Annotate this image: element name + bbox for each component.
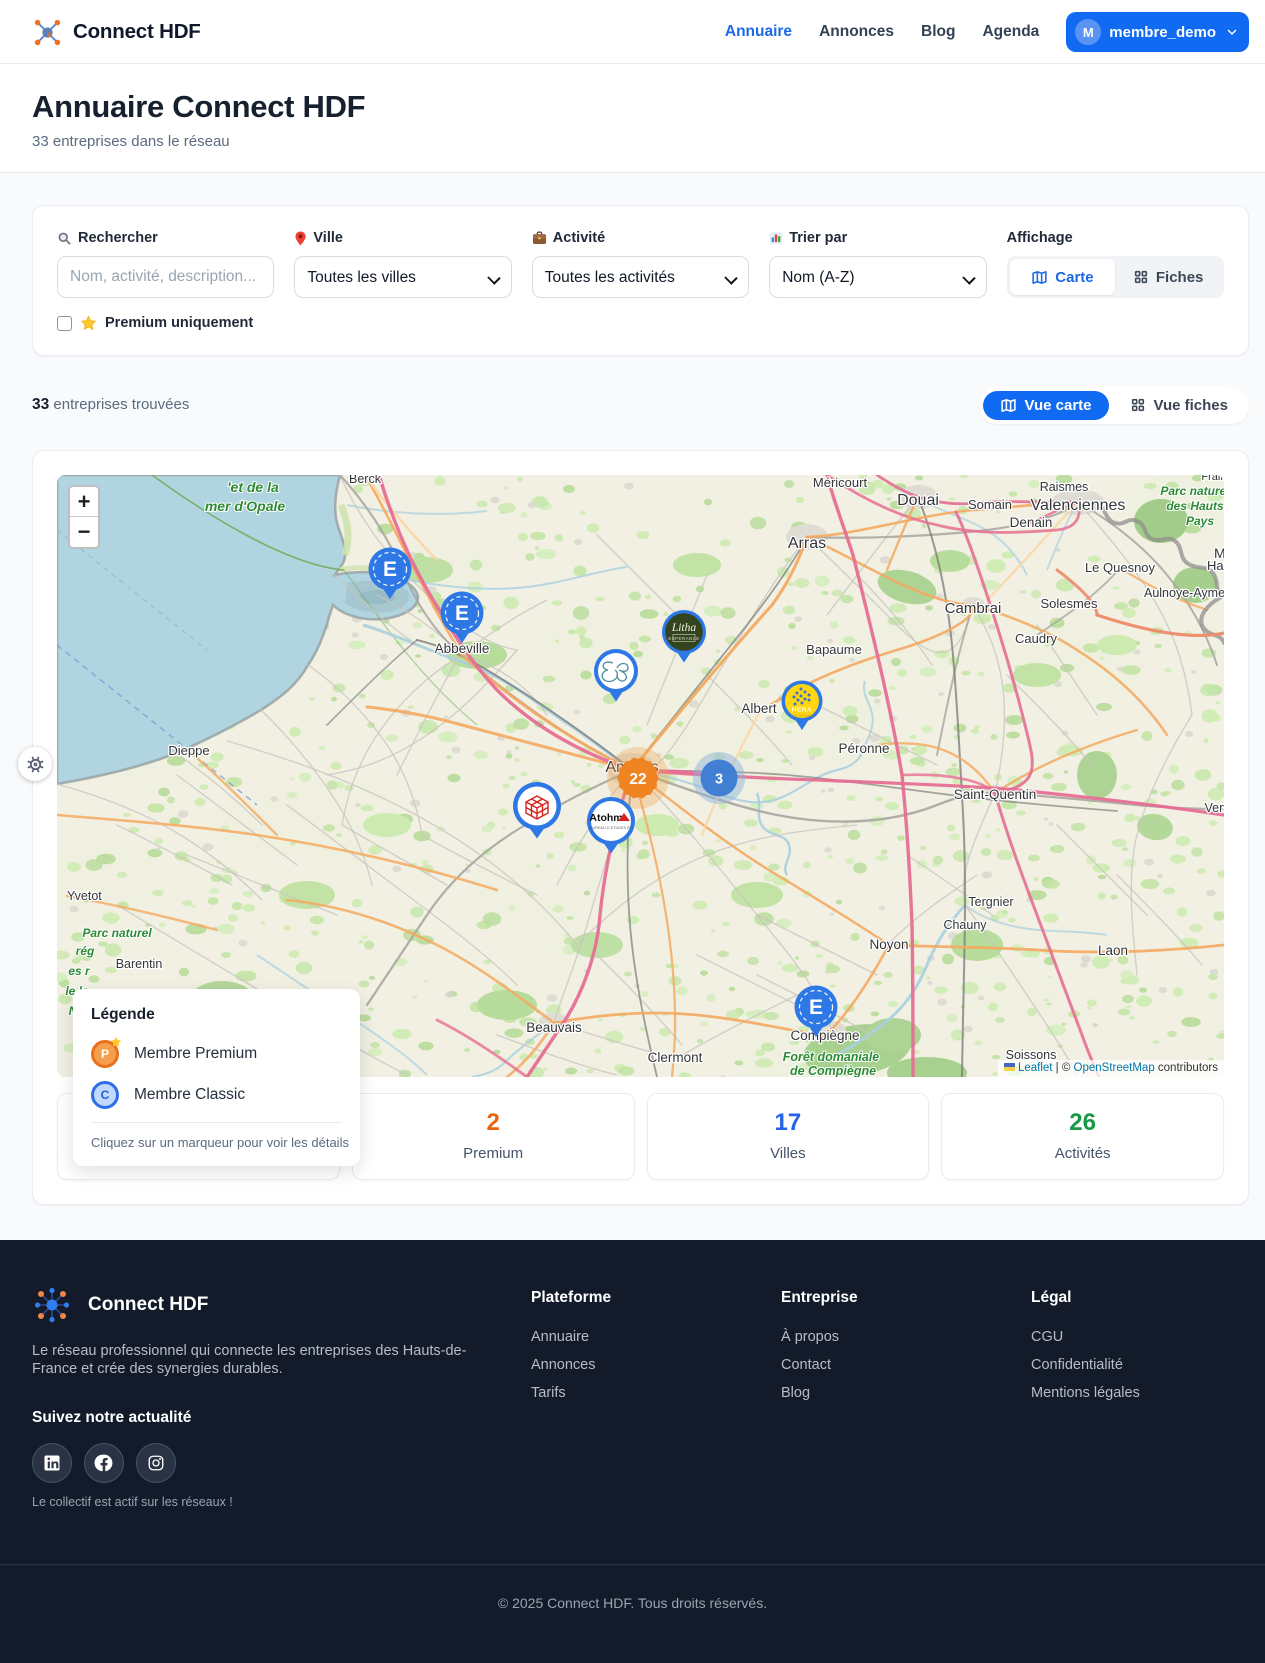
- svg-text:3: 3: [715, 772, 723, 788]
- svg-text:M: M: [1214, 545, 1224, 561]
- svg-text:Beauvais: Beauvais: [526, 1020, 582, 1035]
- svg-text:Raismes: Raismes: [1040, 480, 1089, 494]
- svg-text:Forêt domaniale: Forêt domaniale: [783, 1050, 880, 1064]
- svg-text:Fraine: Fraine: [1201, 475, 1224, 483]
- svg-text:Arras: Arras: [788, 535, 826, 552]
- svg-text:Cambrai: Cambrai: [945, 600, 1002, 617]
- svg-text:22: 22: [629, 771, 646, 788]
- svg-text:Denain: Denain: [1010, 515, 1053, 530]
- svg-text:Bapaume: Bapaume: [806, 642, 862, 657]
- svg-text:Berck: Berck: [349, 475, 382, 486]
- svg-text:Aulnoye-Aymeri: Aulnoye-Aymeri: [1144, 586, 1224, 600]
- svg-text:Verv: Verv: [1204, 801, 1224, 815]
- svg-text:Barentin: Barentin: [116, 957, 163, 971]
- svg-text:Le Quesnoy: Le Quesnoy: [1085, 560, 1156, 575]
- svg-text:Albert: Albert: [741, 701, 777, 716]
- svg-text:Dieppe: Dieppe: [168, 743, 209, 758]
- svg-text:Douai: Douai: [897, 492, 939, 509]
- svg-text:rég: rég: [76, 944, 95, 958]
- svg-text:Litha: Litha: [671, 622, 697, 634]
- svg-text:Noyon: Noyon: [869, 937, 908, 952]
- svg-text:E: E: [809, 996, 823, 1019]
- svg-text:Pays: Pays: [1186, 514, 1214, 528]
- svg-text:Parc naturel: Parc naturel: [82, 926, 152, 940]
- svg-text:Péronne: Péronne: [838, 741, 889, 756]
- svg-text:mer d'Opale: mer d'Opale: [205, 498, 286, 514]
- svg-text:HENA: HENA: [792, 707, 812, 714]
- svg-text:E: E: [383, 558, 397, 581]
- svg-text:'et de la: 'et de la: [227, 479, 279, 495]
- svg-text:Compiègne: Compiègne: [790, 1028, 859, 1043]
- svg-text:Tergnier: Tergnier: [968, 895, 1013, 909]
- svg-text:Valenciennes: Valenciennes: [1031, 497, 1126, 514]
- svg-text:Atohm: Atohm: [589, 812, 622, 824]
- svg-text:es r: es r: [68, 964, 91, 978]
- svg-text:Saint-Quentin: Saint-Quentin: [954, 787, 1037, 802]
- svg-text:Somain: Somain: [968, 497, 1012, 512]
- svg-text:ESPERANCE: ESPERANCE: [668, 636, 699, 641]
- svg-text:des Hauts: des Hauts: [1166, 499, 1224, 513]
- svg-text:Chauny: Chauny: [943, 918, 987, 932]
- svg-text:Laon: Laon: [1098, 943, 1128, 958]
- svg-text:E: E: [455, 602, 469, 625]
- svg-text:Caudry: Caudry: [1015, 631, 1057, 646]
- svg-text:Solesmes: Solesmes: [1040, 596, 1098, 611]
- svg-text:Clermont: Clermont: [648, 1050, 703, 1065]
- svg-text:Yvetot: Yvetot: [67, 889, 102, 903]
- svg-text:Méricourt: Méricourt: [813, 475, 868, 490]
- svg-text:LAB HUMAIN: LAB HUMAIN: [791, 714, 813, 718]
- svg-text:de Compiègne: de Compiègne: [790, 1064, 876, 1077]
- svg-text:Parc naturel: Parc naturel: [1160, 484, 1224, 498]
- svg-text:BUREAU D ETUDES ET: BUREAU D ETUDES ET: [590, 826, 633, 830]
- svg-text:Abbeville: Abbeville: [435, 641, 490, 656]
